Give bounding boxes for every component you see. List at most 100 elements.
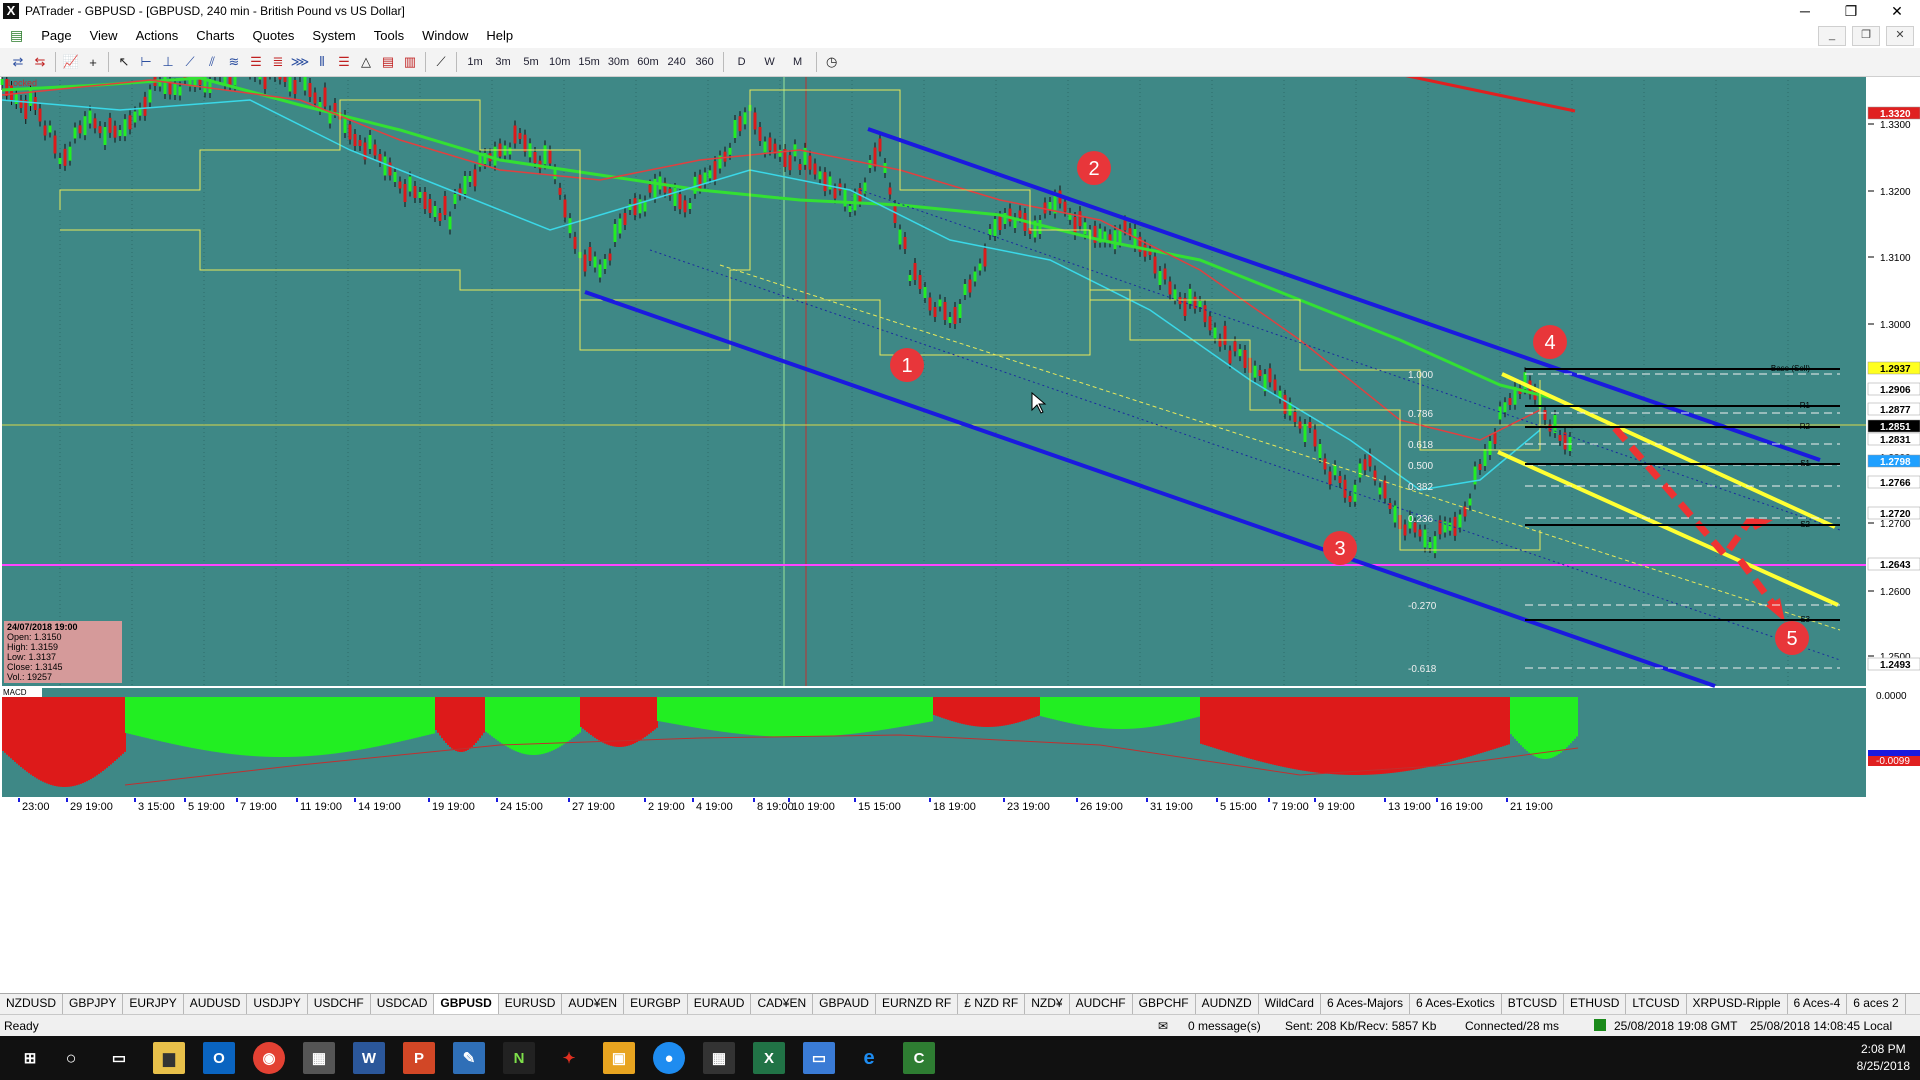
symbol-tab--nzd-rf[interactable]: £ NZD RF: [958, 994, 1026, 1014]
symbol-tab-aud-en[interactable]: AUD¥EN: [562, 994, 625, 1014]
disconnect-icon[interactable]: ⇆: [30, 52, 50, 72]
file-explorer-icon[interactable]: ▆: [153, 1042, 185, 1074]
symbol-tab-ltcusd[interactable]: LTCUSD: [1626, 994, 1687, 1014]
symbol-tab-6-aces-exotics[interactable]: 6 Aces-Exotics: [1410, 994, 1502, 1014]
patrader-taskbar-icon[interactable]: ▦: [303, 1042, 335, 1074]
channel-icon[interactable]: ⫽: [202, 52, 222, 72]
symbol-tab-6-aces-2[interactable]: 6 aces 2: [1847, 994, 1906, 1014]
mdi-restore-icon[interactable]: ❐: [1852, 26, 1880, 46]
menu-page[interactable]: Page: [32, 28, 80, 43]
mail-icon[interactable]: ✉: [1158, 1019, 1168, 1033]
search-icon[interactable]: ○: [55, 1042, 87, 1074]
symbol-tab-usdchf[interactable]: USDCHF: [308, 994, 371, 1014]
display-icon[interactable]: ▭: [803, 1042, 835, 1074]
symbol-tab-usdjpy[interactable]: USDJPY: [247, 994, 308, 1014]
symbol-tab-eurusd[interactable]: EURUSD: [499, 994, 563, 1014]
symbol-tab-6-aces-majors[interactable]: 6 Aces-Majors: [1321, 994, 1410, 1014]
fib-extension-icon[interactable]: ≣: [268, 52, 288, 72]
excel-icon[interactable]: X: [753, 1042, 785, 1074]
edge-icon[interactable]: e: [853, 1042, 885, 1074]
mdi-minimize-icon[interactable]: _: [1818, 26, 1846, 46]
symbol-tab-gbpaud[interactable]: GBPAUD: [813, 994, 876, 1014]
menu-view[interactable]: View: [81, 28, 127, 43]
connect-icon[interactable]: ⇄: [8, 52, 28, 72]
powerpoint-icon[interactable]: P: [403, 1042, 435, 1074]
menu-actions[interactable]: Actions: [127, 28, 188, 43]
pivot-levels-icon[interactable]: ☰: [334, 52, 354, 72]
period-monthly[interactable]: M: [785, 52, 811, 72]
timeframe-5m[interactable]: 5m: [518, 52, 544, 72]
menu-window[interactable]: Window: [413, 28, 477, 43]
symbol-tab-audchf[interactable]: AUDCHF: [1070, 994, 1133, 1014]
new-chart-icon[interactable]: 📈: [61, 52, 81, 72]
symbol-tab-btcusd[interactable]: BTCUSD: [1502, 994, 1565, 1014]
symbol-tab-audusd[interactable]: AUDUSD: [184, 994, 248, 1014]
zoom-icon[interactable]: ●: [653, 1042, 685, 1074]
trading-tool-icon[interactable]: ✦: [553, 1042, 585, 1074]
chart-area[interactable]: 1.000 0.786 0.618 0.500 0.382 0.236 -0.270 -0.6…: [0, 77, 1920, 992]
symbol-tab-usdcad[interactable]: USDCAD: [371, 994, 435, 1014]
symbol-tab-eurnzd-rf[interactable]: EURNZD RF: [876, 994, 959, 1014]
task-view-icon[interactable]: ▭: [103, 1042, 135, 1074]
period-weekly[interactable]: W: [757, 52, 783, 72]
timeframe-10m[interactable]: 10m: [546, 52, 573, 72]
clock-icon[interactable]: ◷: [822, 52, 842, 72]
menu-quotes[interactable]: Quotes: [244, 28, 304, 43]
fib-retracement-icon[interactable]: ☰: [246, 52, 266, 72]
symbol-tab-nzd-[interactable]: NZD¥: [1025, 994, 1070, 1014]
word-icon[interactable]: W: [353, 1042, 385, 1074]
triangle-icon[interactable]: △: [356, 52, 376, 72]
calculator-icon[interactable]: ▦: [703, 1042, 735, 1074]
symbol-tab-ethusd[interactable]: ETHUSD: [1564, 994, 1627, 1014]
fib-time-icon[interactable]: ⦀: [312, 52, 332, 72]
camtasia-icon[interactable]: C: [903, 1042, 935, 1074]
windows-start-icon[interactable]: ⊞: [14, 1042, 46, 1074]
symbol-tab-euraud[interactable]: EURAUD: [688, 994, 752, 1014]
menu-charts[interactable]: Charts: [187, 28, 243, 43]
menu-system[interactable]: System: [303, 28, 364, 43]
timeframe-15m[interactable]: 15m: [575, 52, 602, 72]
symbol-tab-nzdusd[interactable]: NZDUSD: [0, 994, 63, 1014]
menu-help[interactable]: Help: [477, 28, 522, 43]
mdi-close-icon[interactable]: ✕: [1886, 26, 1914, 46]
price-chart[interactable]: 1.000 0.786 0.618 0.500 0.382 0.236 -0.270 -0.6…: [0, 77, 1920, 992]
timeframe-1m[interactable]: 1m: [462, 52, 488, 72]
chrome-icon[interactable]: ◉: [253, 1042, 285, 1074]
symbol-tab-audnzd[interactable]: AUDNZD: [1196, 994, 1259, 1014]
timeframe-3m[interactable]: 3m: [490, 52, 516, 72]
crosshair-icon[interactable]: +: [83, 52, 103, 72]
horizontal-line-icon[interactable]: ⊢: [136, 52, 156, 72]
timeframe-60m[interactable]: 60m: [634, 52, 661, 72]
speed-lines-icon[interactable]: ▥: [400, 52, 420, 72]
status-messages[interactable]: 0 message(s): [1188, 1019, 1261, 1033]
close-icon[interactable]: ✕: [1874, 0, 1920, 22]
trend-line-icon[interactable]: ⟋: [180, 52, 200, 72]
vertical-line-icon[interactable]: ⊥: [158, 52, 178, 72]
ninja-icon[interactable]: N: [503, 1042, 535, 1074]
pointer-icon[interactable]: ↖: [114, 52, 134, 72]
timeframe-240[interactable]: 240: [664, 52, 690, 72]
timeframe-30m[interactable]: 30m: [605, 52, 632, 72]
symbol-tab-gbpjpy[interactable]: GBPJPY: [63, 994, 124, 1014]
fib-channel-icon[interactable]: ≋: [224, 52, 244, 72]
taskbar-clock[interactable]: 2:08 PM 8/25/2018: [1857, 1041, 1910, 1075]
outlook-icon[interactable]: O: [203, 1042, 235, 1074]
gann-box-icon[interactable]: ▤: [378, 52, 398, 72]
symbol-tab-cad-en[interactable]: CAD¥EN: [751, 994, 814, 1014]
period-daily[interactable]: D: [729, 52, 755, 72]
menu-tools[interactable]: Tools: [365, 28, 413, 43]
fib-fan-icon[interactable]: ⋙: [290, 52, 310, 72]
symbol-tab-wildcard[interactable]: WildCard: [1259, 994, 1321, 1014]
symbol-tab-eurgbp[interactable]: EURGBP: [624, 994, 688, 1014]
symbol-tab-gbpusd[interactable]: GBPUSD: [434, 994, 499, 1014]
indicator-icon[interactable]: ⟋: [431, 52, 451, 72]
notes-icon[interactable]: ✎: [453, 1042, 485, 1074]
symbol-tab-gbpchf[interactable]: GBPCHF: [1133, 994, 1196, 1014]
forex-tool-icon[interactable]: ▣: [603, 1042, 635, 1074]
minimize-icon[interactable]: ─: [1782, 0, 1828, 22]
timeframe-360[interactable]: 360: [692, 52, 718, 72]
symbol-tab-xrpusd-ripple[interactable]: XRPUSD-Ripple: [1687, 994, 1788, 1014]
maximize-icon[interactable]: ❐: [1828, 0, 1874, 22]
chart-menu-icon[interactable]: ▤: [0, 27, 32, 44]
symbol-tab-eurjpy[interactable]: EURJPY: [123, 994, 184, 1014]
